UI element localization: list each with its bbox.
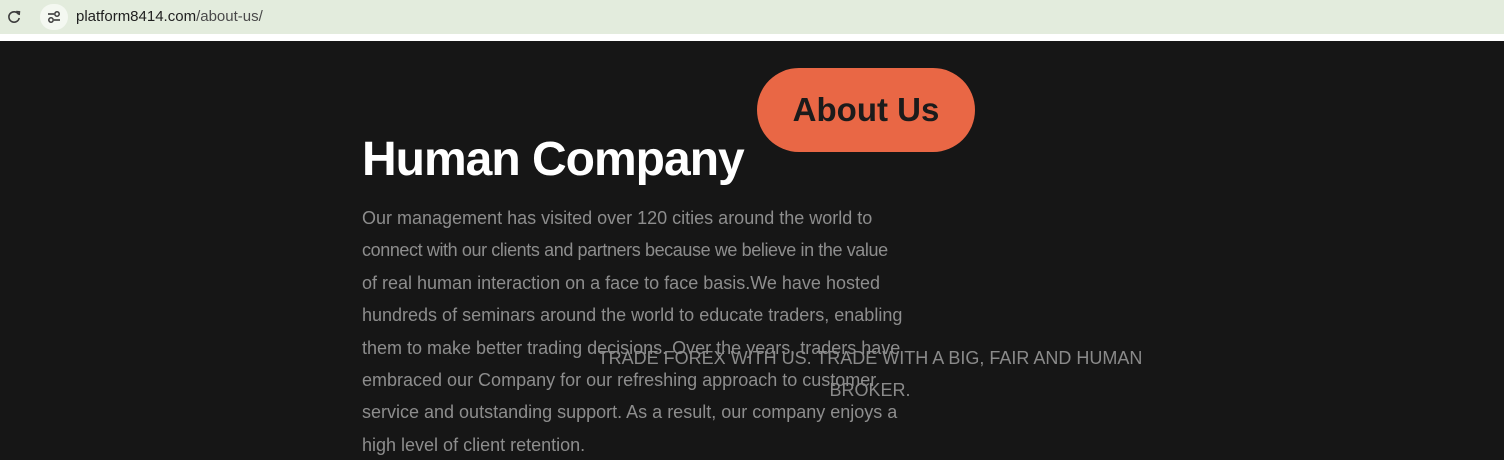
tagline: TRADE FOREX WITH US. TRADE WITH A BIG, F… (597, 348, 1143, 400)
page-title: Human Company (362, 133, 745, 186)
reload-icon[interactable] (6, 9, 22, 25)
url-path: /about-us/ (196, 8, 263, 25)
paragraph-line: connect with our clients and partners be… (362, 240, 888, 261)
site-info-icon[interactable] (40, 4, 68, 30)
page-content: About Us Human Company Our management ha… (0, 41, 1504, 460)
toolbar-divider (0, 34, 1504, 41)
about-paragraph: Our management has visited over 120 citi… (362, 202, 922, 460)
url-domain: platform8414.com (76, 8, 197, 25)
paragraph-line: high level of client retention. (362, 434, 586, 455)
browser-toolbar: platform8414.com/about-us/ (0, 0, 1504, 34)
paragraph-line: Our management has visited over 120 citi… (362, 208, 873, 228)
url-text[interactable]: platform8414.com/about-us/ (76, 8, 263, 26)
paragraph-line: hundreds of seminars around the world to… (362, 305, 903, 326)
about-us-button[interactable]: About Us (757, 68, 975, 152)
paragraph-line: of real human interaction on a face to f… (362, 272, 880, 293)
